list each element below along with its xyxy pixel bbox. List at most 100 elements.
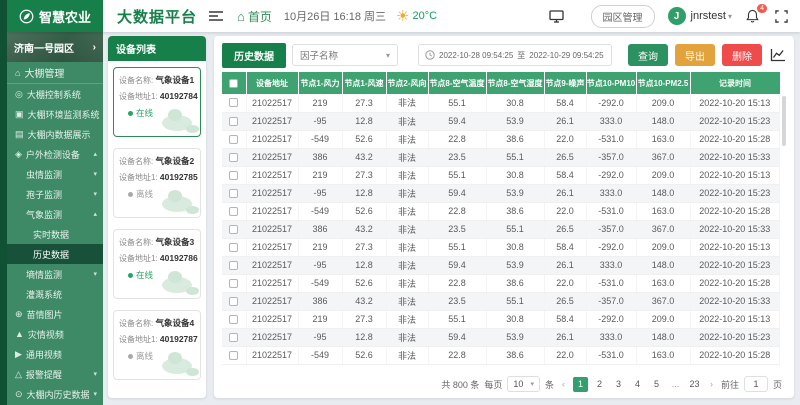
- notification-bell[interactable]: 4: [746, 9, 759, 23]
- sidebar-item-16[interactable]: ⊙大棚内历史数据▾: [7, 384, 103, 404]
- home-nav[interactable]: ⌂ 首页: [237, 8, 272, 25]
- sidebar-item-6[interactable]: 孢子监测▾: [7, 184, 103, 204]
- page-button[interactable]: 23: [687, 377, 702, 392]
- table-cell: 26.1: [544, 256, 586, 274]
- page-button[interactable]: 1: [573, 377, 588, 392]
- sidebar-item-9[interactable]: 历史数据: [7, 244, 103, 264]
- table-scrollbar[interactable]: [782, 96, 786, 146]
- page-button[interactable]: 3: [611, 377, 626, 392]
- row-checkbox[interactable]: [229, 117, 238, 126]
- prev-page-icon[interactable]: ‹: [559, 379, 568, 389]
- row-checkbox[interactable]: [229, 261, 238, 270]
- device-address-label: 设备地址1:: [119, 173, 160, 182]
- page-size-select[interactable]: 10 ▾: [507, 376, 540, 392]
- status-text: 离线: [136, 350, 153, 362]
- sidebar-item-5[interactable]: 虫情监测▾: [7, 164, 103, 184]
- column-header: 节点1-风速: [342, 72, 386, 94]
- page-button[interactable]: 5: [649, 377, 664, 392]
- row-checkbox[interactable]: [229, 333, 238, 342]
- table-cell: 43.2: [342, 148, 386, 166]
- select-all-header-cell: [222, 72, 246, 94]
- device-address-row: 设备地址1: 40192787: [119, 334, 195, 345]
- sidebar-item-1[interactable]: ◎大棚控制系统: [7, 84, 103, 104]
- table-cell: 非法: [386, 112, 428, 130]
- row-checkbox[interactable]: [229, 243, 238, 252]
- sidebar-item-11[interactable]: 灌溉系统: [7, 284, 103, 304]
- device-card[interactable]: 设备名称: 气象设备2设备地址1: 40192785离线: [113, 148, 201, 218]
- collapse-menu-icon[interactable]: [209, 10, 223, 22]
- row-checkbox[interactable]: [229, 189, 238, 198]
- user-avatar[interactable]: J: [668, 7, 686, 25]
- table-cell: 26.5: [544, 220, 586, 238]
- sidebar-item-label: 户外检测设备: [26, 148, 80, 161]
- table-cell: 53.9: [486, 256, 544, 274]
- sidebar-item-8[interactable]: 实时数据: [7, 224, 103, 244]
- sidebar-item-13[interactable]: ▲灾情视频: [7, 324, 103, 344]
- table-cell: 2022-10-20 15:23: [690, 256, 780, 274]
- table-cell: 21022517: [246, 112, 298, 130]
- sidebar-item-12[interactable]: ⊕苗情图片: [7, 304, 103, 324]
- fullscreen-icon[interactable]: [775, 10, 788, 23]
- page-button[interactable]: 2: [592, 377, 607, 392]
- factor-name-select[interactable]: 因子名称 ▾: [292, 44, 398, 66]
- row-checkbox[interactable]: [229, 207, 238, 216]
- row-checkbox[interactable]: [229, 225, 238, 234]
- select-all-checkbox[interactable]: [229, 79, 238, 88]
- table-cell: 27.3: [342, 238, 386, 256]
- goto-page-input[interactable]: [744, 376, 768, 392]
- row-checkbox[interactable]: [229, 297, 238, 306]
- row-checkbox[interactable]: [229, 279, 238, 288]
- sidebar-item-2[interactable]: ▣大棚环境监测系统: [7, 104, 103, 124]
- table-cell: 333.0: [586, 112, 636, 130]
- table-cell: 30.8: [486, 166, 544, 184]
- sidebar-item-label: 大棚内数据展示: [28, 128, 91, 141]
- table-cell: 21022517: [246, 166, 298, 184]
- sidebar-item-14[interactable]: ▶通用视频: [7, 344, 103, 364]
- monitor-screen-icon[interactable]: [549, 10, 564, 23]
- query-button[interactable]: 查询: [628, 44, 668, 66]
- device-card[interactable]: 设备名称: 气象设备4设备地址1: 40192787离线: [113, 310, 201, 380]
- sidebar-item-label: 大棚内历史数据: [27, 388, 90, 401]
- delete-button[interactable]: 删除: [722, 44, 762, 66]
- table-cell: 22.0: [544, 346, 586, 364]
- sidebar-item-0[interactable]: ⌂大棚管理: [7, 62, 103, 84]
- row-checkbox[interactable]: [229, 351, 238, 360]
- table-cell: 148.0: [636, 256, 690, 274]
- row-checkbox-cell: [222, 148, 246, 166]
- table-cell: 21022517: [246, 130, 298, 148]
- sidebar-item-10[interactable]: 墒情监测▾: [7, 264, 103, 284]
- park-manage-button[interactable]: 园区管理: [591, 5, 655, 28]
- row-checkbox[interactable]: [229, 98, 238, 107]
- sidebar-item-3[interactable]: ▤大棚内数据展示: [7, 124, 103, 144]
- temperature-text: 20°C: [412, 10, 437, 22]
- row-checkbox-cell: [222, 94, 246, 112]
- device-name-row: 设备名称: 气象设备2: [119, 155, 195, 167]
- sidebar-item-4[interactable]: ◈户外检测设备▴: [7, 144, 103, 164]
- sidebar-item-7[interactable]: 气象监测▴: [7, 204, 103, 224]
- row-checkbox[interactable]: [229, 135, 238, 144]
- date-range-picker[interactable]: 2022-10-28 09:54:25 至 2022-10-29 09:54:2…: [418, 44, 612, 66]
- cloud-decoration: [186, 368, 199, 376]
- table-cell: 26.1: [544, 184, 586, 202]
- row-checkbox[interactable]: [229, 153, 238, 162]
- row-checkbox[interactable]: [229, 315, 238, 324]
- table-cell: 163.0: [636, 130, 690, 148]
- table-cell: 2022-10-20 15:33: [690, 292, 780, 310]
- chevron-down-icon: ▾: [728, 12, 732, 21]
- row-checkbox-cell: [222, 346, 246, 364]
- line-chart-icon[interactable]: [770, 48, 786, 62]
- park-selector[interactable]: 济南一号园区 ›: [7, 32, 103, 62]
- table-row: 2102251721927.3非法55.130.858.4-292.0209.0…: [222, 166, 780, 184]
- table-cell: 非法: [386, 94, 428, 112]
- device-card[interactable]: 设备名称: 气象设备1设备地址1: 40192784在线: [113, 67, 201, 137]
- sidebar-item-15[interactable]: △报警提醒▾: [7, 364, 103, 384]
- next-page-icon[interactable]: ›: [707, 379, 716, 389]
- page-size-value: 10: [513, 379, 523, 389]
- chevron-down-icon: ▾: [93, 190, 97, 198]
- row-checkbox[interactable]: [229, 171, 238, 180]
- username-text[interactable]: jnrstest: [691, 10, 726, 22]
- page-button[interactable]: 4: [630, 377, 645, 392]
- export-button[interactable]: 导出: [675, 44, 715, 66]
- table-cell: 59.4: [428, 184, 486, 202]
- device-card[interactable]: 设备名称: 气象设备3设备地址1: 40192786在线: [113, 229, 201, 299]
